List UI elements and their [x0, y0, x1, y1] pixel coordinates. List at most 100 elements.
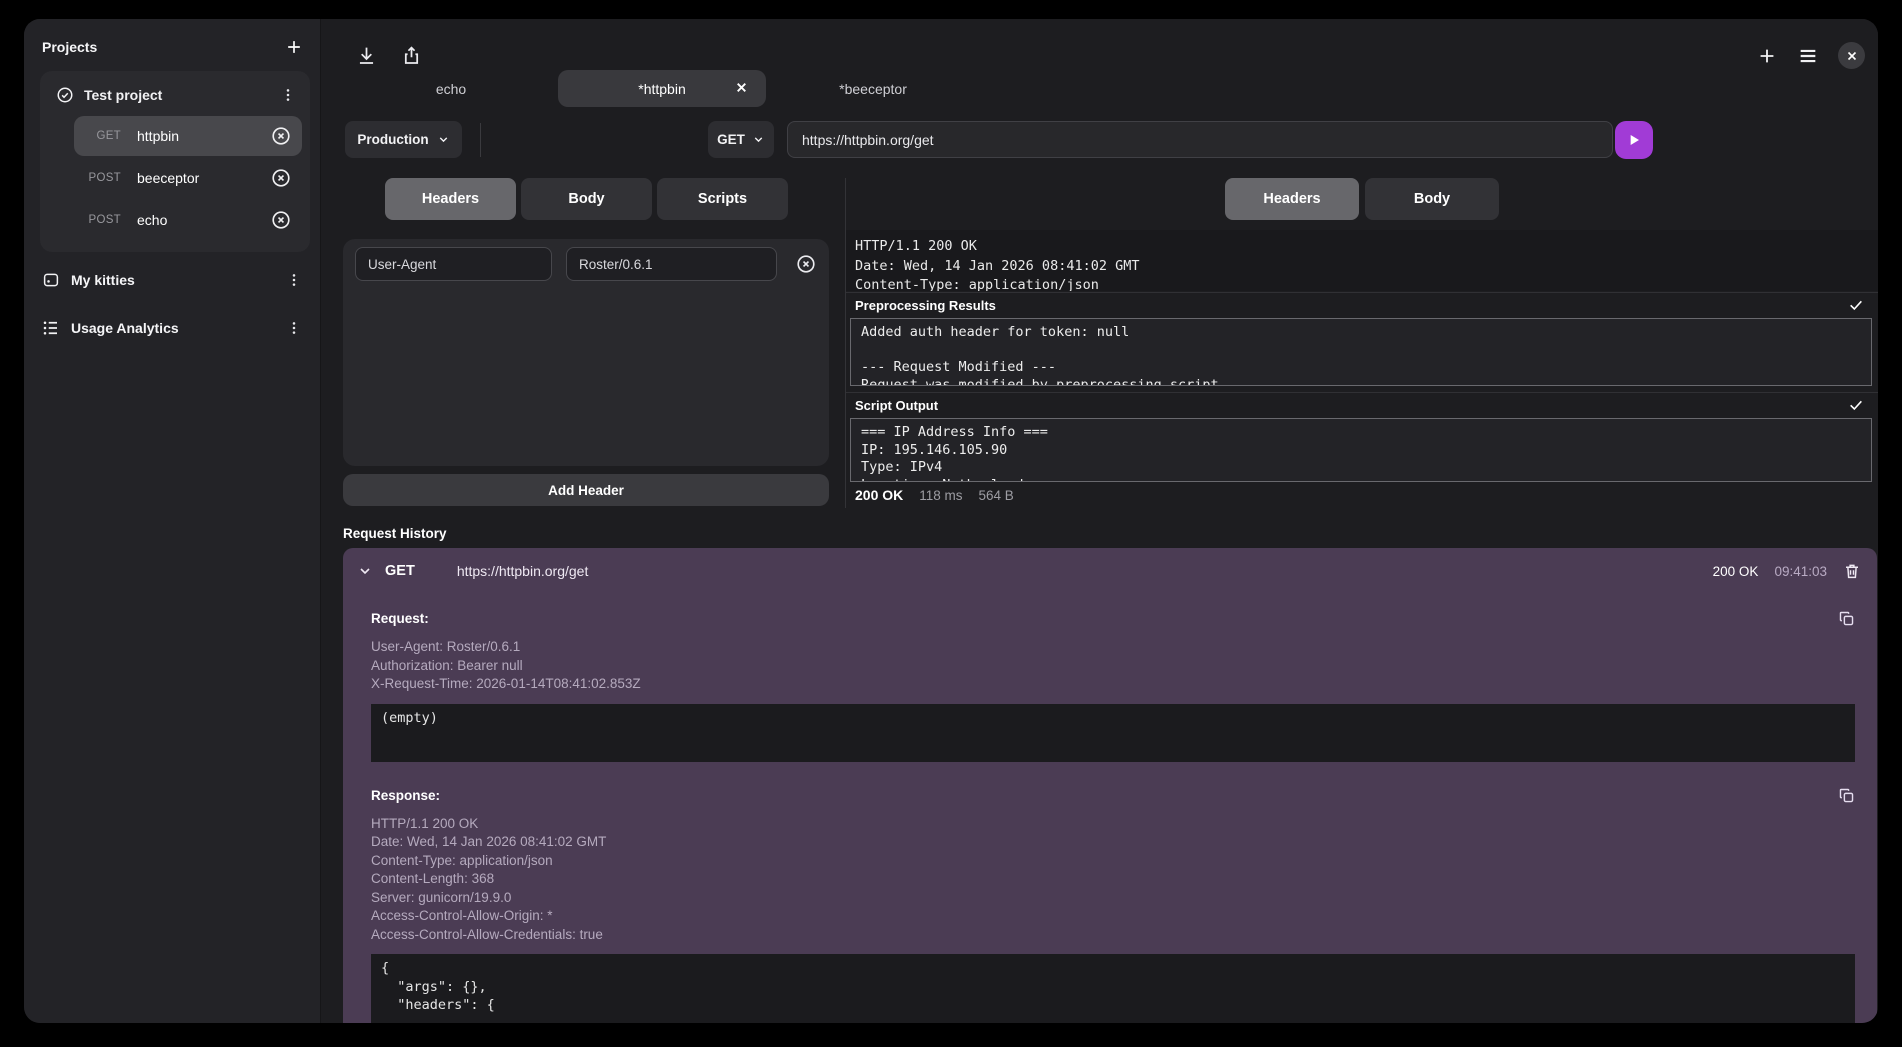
request-section-label: Request:	[371, 611, 429, 626]
sidebar-item-my-kitties[interactable]: My kitties	[24, 260, 320, 300]
request-method: POST	[84, 172, 121, 184]
header-line: Date: Wed, 14 Jan 2026 08:41:02 GMT	[855, 257, 1878, 277]
add-project-button[interactable]	[284, 37, 304, 57]
delete-history-button[interactable]	[1843, 562, 1861, 580]
tab-request-scripts[interactable]: Scripts	[657, 178, 788, 220]
header-line: Date: Wed, 14 Jan 2026 08:41:02 GMT	[371, 833, 1855, 852]
header-value-input[interactable]	[566, 247, 777, 281]
sidebar-item-label: Usage Analytics	[71, 320, 179, 336]
tab-echo[interactable]: echo	[347, 70, 555, 107]
check-icon	[1848, 297, 1864, 313]
workspace: Headers Body Scripts Add Header	[321, 178, 1878, 508]
request-method: GET	[84, 130, 121, 142]
menu-button[interactable]	[1797, 45, 1819, 67]
history-timestamp: 09:41:03	[1774, 564, 1827, 579]
header-line: HTTP/1.1 200 OK	[371, 815, 1855, 834]
copy-icon	[1838, 610, 1855, 627]
environment-label: Production	[357, 132, 428, 147]
header-row	[355, 247, 817, 281]
chevron-down-icon[interactable]	[357, 563, 373, 579]
response-tabs: Headers Body	[846, 178, 1878, 220]
output-line: Location: Netherlands	[861, 477, 1861, 483]
tab-label: *beeceptor	[839, 81, 907, 97]
tab-response-headers[interactable]: Headers	[1225, 178, 1359, 220]
image-icon	[42, 271, 60, 289]
status-time: 118 ms	[919, 488, 962, 503]
request-config-panel: Headers Body Scripts Add Header	[321, 178, 846, 508]
tab-response-body[interactable]: Body	[1365, 178, 1499, 220]
tab-beeceptor[interactable]: *beeceptor	[769, 70, 977, 107]
request-name: echo	[137, 212, 167, 228]
headers-editor	[343, 239, 829, 466]
request-item-beeceptor[interactable]: POST beeceptor	[74, 158, 302, 198]
request-name: beeceptor	[137, 170, 199, 186]
file-tabstrip: echo *httpbin *beeceptor	[347, 70, 977, 107]
request-method: POST	[84, 214, 121, 226]
section-title: Script Output	[855, 398, 938, 413]
delete-request-icon[interactable]	[270, 125, 292, 147]
remove-header-icon[interactable]	[795, 253, 817, 275]
add-header-button[interactable]: Add Header	[343, 474, 829, 506]
output-line: === IP Address Info ===	[861, 424, 1861, 442]
header-line: User-Agent: Roster/0.6.1	[371, 638, 1855, 657]
chevron-down-icon	[437, 133, 450, 146]
copy-response-button[interactable]	[1838, 787, 1855, 804]
delete-request-icon[interactable]	[270, 209, 292, 231]
request-item-httpbin[interactable]: GET httpbin	[74, 116, 302, 156]
tab-label: echo	[436, 81, 466, 97]
output-line	[861, 342, 1861, 360]
clock-check-icon	[56, 86, 74, 104]
preprocessing-output[interactable]: Added auth header for token: null --- Re…	[850, 318, 1872, 386]
header-line: Authorization: Bearer null	[371, 657, 1855, 676]
copy-icon	[1838, 787, 1855, 804]
request-item-echo[interactable]: POST echo	[74, 200, 302, 240]
tab-request-headers[interactable]: Headers	[385, 178, 516, 220]
output-line: Added auth header for token: null	[861, 324, 1861, 342]
header-key-input[interactable]	[355, 247, 552, 281]
environment-dropdown[interactable]: Production	[345, 121, 462, 158]
response-headers-preview[interactable]: HTTP/1.1 200 OK Date: Wed, 14 Jan 2026 0…	[846, 230, 1878, 291]
history-entry-header[interactable]: GET https://httpbin.org/get 200 OK 09:41…	[343, 548, 1877, 594]
send-request-button[interactable]	[1615, 121, 1653, 159]
url-input[interactable]	[787, 121, 1613, 158]
output-line: Type: IPv4	[861, 459, 1861, 477]
tab-label: *httpbin	[638, 81, 685, 97]
sidebar-item-usage-analytics[interactable]: Usage Analytics	[24, 308, 320, 348]
request-history-title: Request History	[343, 526, 447, 541]
import-button[interactable]	[356, 45, 377, 66]
output-line: Request was modified by preprocessing sc…	[861, 377, 1861, 387]
check-icon	[1848, 397, 1864, 413]
history-response-body[interactable]: { "args": {}, "headers": {	[371, 954, 1855, 1023]
script-output-header: Script Output	[846, 392, 1878, 417]
request-bar: Production GET	[321, 121, 1878, 159]
history-entry-body: Request: User-Agent: Roster/0.6.1 Author…	[343, 610, 1877, 1023]
project-group-header[interactable]: Test project	[48, 77, 302, 114]
hamburger-icon	[1797, 45, 1819, 67]
method-dropdown[interactable]: GET	[708, 121, 774, 158]
chevron-down-icon	[752, 133, 765, 146]
header-line: Content-Length: 368	[371, 870, 1855, 889]
close-tab-icon[interactable]	[735, 81, 748, 94]
sidebar-item-label: My kitties	[71, 272, 135, 288]
tab-httpbin[interactable]: *httpbin	[558, 70, 766, 107]
history-request-body[interactable]: (empty)	[371, 704, 1855, 762]
toolbar-left	[356, 45, 422, 66]
usage-analytics-menu-button[interactable]	[286, 320, 302, 336]
project-menu-button[interactable]	[280, 87, 296, 103]
new-tab-button[interactable]	[1756, 45, 1778, 67]
script-output[interactable]: === IP Address Info === IP: 195.146.105.…	[850, 418, 1872, 482]
projects-sidebar: Projects Test project GET httpbin	[24, 19, 321, 1023]
export-button[interactable]	[401, 45, 422, 66]
play-icon	[1626, 132, 1642, 148]
history-entry-card: GET https://httpbin.org/get 200 OK 09:41…	[343, 548, 1877, 1023]
plus-icon	[1756, 45, 1778, 67]
copy-request-button[interactable]	[1838, 610, 1855, 627]
sidebar-title: Projects	[42, 39, 97, 55]
history-status: 200 OK	[1713, 564, 1759, 579]
my-kitties-menu-button[interactable]	[286, 272, 302, 288]
delete-request-icon[interactable]	[270, 167, 292, 189]
window-close-button[interactable]	[1838, 42, 1865, 69]
header-line: Access-Control-Allow-Credentials: true	[371, 926, 1855, 945]
tab-request-body[interactable]: Body	[521, 178, 652, 220]
trash-icon	[1843, 562, 1861, 580]
